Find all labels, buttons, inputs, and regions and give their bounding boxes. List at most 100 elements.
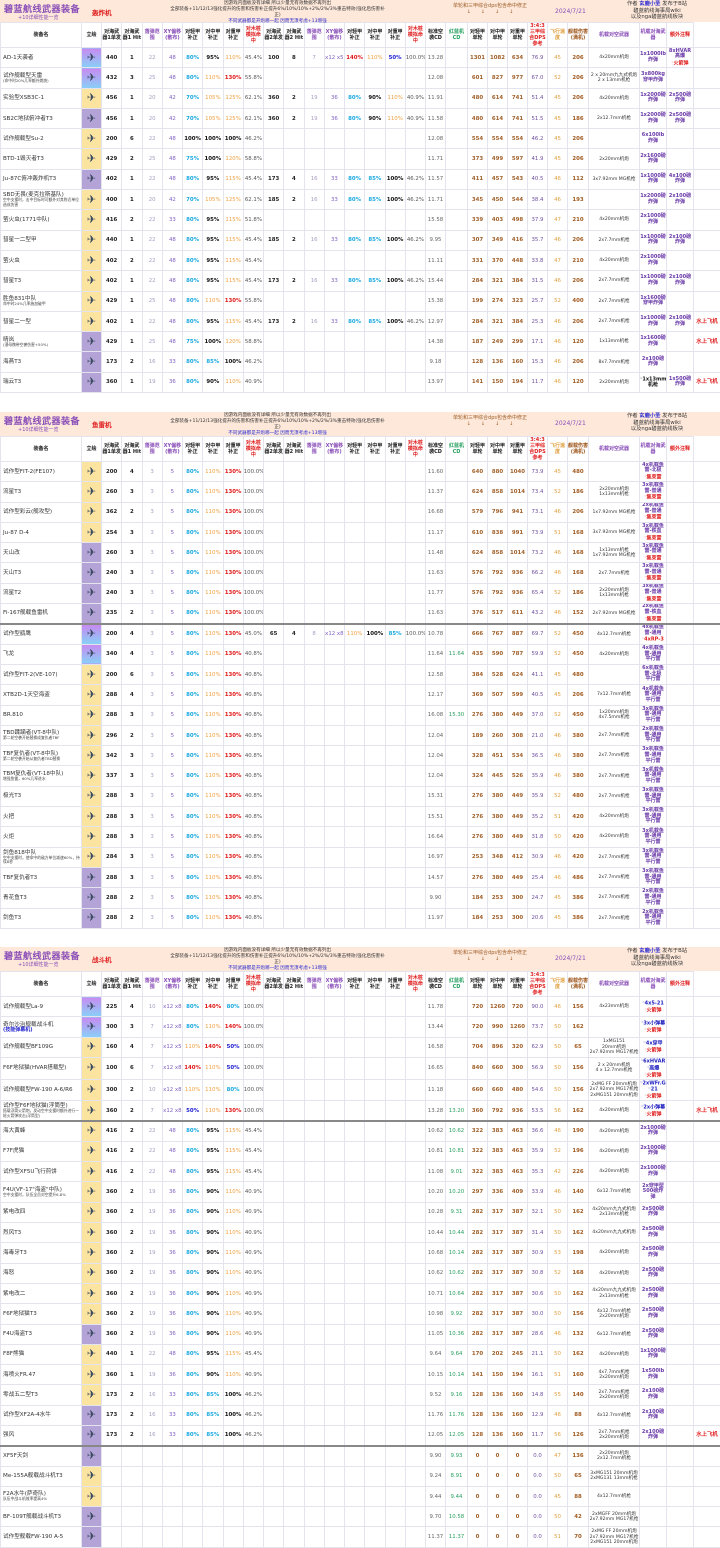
- aa-weapons: 4x20mm机炮: [589, 827, 640, 847]
- table-row[interactable]: F6F地狱猫(HVAR搭载型)✈10067x12 x8140%110%50%10…: [1, 1057, 720, 1079]
- table-row[interactable]: TBM复仇者(VT-18中队)增强鱼雷，60%几率进水✈33733580%110…: [1, 766, 720, 786]
- table-row[interactable]: 试作舰载型BF109G✈16047x12 x5110%140%50%100.0%…: [1, 1037, 720, 1057]
- table-row[interactable]: Me-155A舰载战斗机T3✈9.248.910000.050653xMG151…: [1, 1466, 720, 1486]
- aa-weapon-line: 2x13mm机枪: [589, 1294, 639, 1299]
- table-row[interactable]: 流星T3✈26033580%110%130%100.0%11.376248581…: [1, 482, 720, 502]
- empty-cell: [304, 786, 324, 806]
- table-row[interactable]: 试作型F6F地狱猫(浮筒型)搭载浮筒火箭炮，发动空中支援时额外进行一轮火箭弹攻击…: [1, 1101, 720, 1121]
- table-row[interactable]: 试作型XF2A-4水牛✈1732163380%85%100%46.2%11.76…: [1, 1405, 720, 1425]
- table-row[interactable]: 紫电改四✈3602193680%90%110%40.9%10.289.31282…: [1, 1202, 720, 1222]
- airstrike-cd: 9.44: [426, 1486, 446, 1506]
- table-row[interactable]: SBD无畏(麦克拉斯基队)空中支援时，击中目标时可额外对其附近单位造成伤害✈40…: [1, 190, 720, 210]
- single-round-damage: 282: [468, 1304, 488, 1324]
- table-row[interactable]: Ju-87 D-4✈25433580%110%130%100.0%11.1761…: [1, 522, 720, 542]
- table-row[interactable]: SB2C地狱俯冲者T3✈4561204270%105%125%62.1%3602…: [1, 108, 720, 128]
- table-row[interactable]: 萤火虫(1771中队)✈4162223380%95%115%51.8%15.58…: [1, 210, 720, 230]
- table-row[interactable]: Fi-167舰载鱼雷机✈23523580%110%130%100.0%11.63…: [1, 604, 720, 624]
- table-row[interactable]: 强风✈1732163380%85%100%46.2%12.0512.051281…: [1, 1425, 720, 1445]
- table-row[interactable]: 试作舰载型FW-190 A-6/R6✈300210x12 x8110%110%8…: [1, 1079, 720, 1101]
- table-row[interactable]: TBF复仇者(VT-8中队)第二轮空袭开始从复仇者TBD替换✈34233580%…: [1, 746, 720, 766]
- table-row[interactable]: 飞龙✈34043580%110%130%40.8%11.6411.6443559…: [1, 644, 720, 664]
- table-row[interactable]: 试作舰载型La-9✈225410x12 x880%140%80%100.0%11…: [1, 997, 720, 1017]
- table-row[interactable]: XTB2D-1天空海盗✈28843580%110%130%40.8%12.173…: [1, 685, 720, 705]
- table-row[interactable]: 实验型XSB3C-1✈4561204270%105%125%62.1%36021…: [1, 88, 720, 108]
- table-row[interactable]: 海喷火FR.47✈3601193680%90%110%40.9%10.1510.…: [1, 1365, 720, 1385]
- table-row[interactable]: XF5F天剑✈9.909.930000.0471362x20mm机炮2x12.7…: [1, 1446, 720, 1466]
- sea-weapon-line: 平行雷: [640, 819, 666, 825]
- table-row[interactable]: 晴岚(潜母携带空袭伤害+50%)✈4291254875%100%120%58.8…: [1, 332, 720, 352]
- author-link[interactable]: 玄鹿小圣: [639, 1, 660, 7]
- single-round-damage: 0: [508, 1486, 528, 1506]
- empty-cell: [324, 1017, 344, 1037]
- table-row[interactable]: 火炬✈28833580%110%130%40.8%16.642763804493…: [1, 827, 720, 847]
- table-row[interactable]: 试作型FIT-2(FE107)✈20043580%110%130%100.0%1…: [1, 462, 720, 482]
- table-row[interactable]: 剑鱼T3✈28823580%110%130%40.8%11.9718425330…: [1, 908, 720, 928]
- table-row[interactable]: 试作舰载型天雷(命中时20%几率额外燃烧)✈4323254880%110%130…: [1, 68, 720, 88]
- table-row[interactable]: 萤火虫✈4022224880%95%115%45.4%11.1133137044…: [1, 250, 720, 270]
- table-row[interactable]: BTD-1毁灭者T3✈4292254875%100%120%58.8%11.71…: [1, 149, 720, 169]
- table-row[interactable]: AD-1天袭者✈4401224880%95%110%45.4%10087x12 …: [1, 48, 720, 68]
- table-row[interactable]: 青花鱼T3✈28823580%110%130%40.8%9.9018425330…: [1, 888, 720, 908]
- table-row[interactable]: 奇尔沙治舰载战斗机(技能弹幕机)✈30037x12 x880%110%140%1…: [1, 1017, 720, 1037]
- table-row[interactable]: BR.810✈28833580%110%130%40.8%16.0815.302…: [1, 705, 720, 725]
- author-link[interactable]: 玄鹿小圣: [639, 948, 660, 954]
- single-round-damage: 317: [488, 1304, 508, 1324]
- single-round-damage: 634: [508, 48, 528, 68]
- table-row[interactable]: 海大黄蜂✈4162224880%95%115%45.4%10.6210.6232…: [1, 1121, 720, 1141]
- table-row[interactable]: 彗星一二型甲✈4401224880%95%115%45.4%1852163380…: [1, 230, 720, 250]
- table-row[interactable]: F8F熊猫✈4401224880%95%115%45.4%9.649.64170…: [1, 1344, 720, 1364]
- table-row[interactable]: F6F地狱猫T3✈3602193680%90%110%40.9%10.989.9…: [1, 1304, 720, 1324]
- table-row[interactable]: 流星T2✈24033580%110%130%100.0%11.775767929…: [1, 583, 720, 603]
- w2-stat: 100.0%: [405, 624, 425, 644]
- table-row[interactable]: 天山改✈26033580%110%130%100.0%11.4862485810…: [1, 543, 720, 563]
- airstrike-cd: 11.17: [426, 522, 446, 542]
- aa-weapons: 4x20mm九九式机炮2x13mm机枪: [589, 1283, 640, 1303]
- table-row[interactable]: 试作型FIT-2(VE-107)✈20063580%110%130%40.8%1…: [1, 664, 720, 684]
- table-row[interactable]: BF-109T舰载战斗机T3✈9.7010.580000.050422xMGFF…: [1, 1507, 720, 1527]
- author-link[interactable]: 玄鹿小圣: [639, 413, 660, 419]
- table-row[interactable]: 彗星T3✈4021224880%95%115%45.4%1732163380%8…: [1, 271, 720, 291]
- column-header: 3:4:3三甲综合DPS参考: [528, 437, 548, 462]
- table-row[interactable]: 彗星二一型✈4021224880%95%115%45.4%1732163380%…: [1, 311, 720, 331]
- table-row[interactable]: 海燕T3✈1732163380%85%100%46.2%9.1812813616…: [1, 352, 720, 372]
- empty-cell: [264, 1121, 284, 1141]
- table-row[interactable]: Ju-87C俯冲轰炸机T3✈4021224880%95%115%45.4%173…: [1, 169, 720, 189]
- table-row[interactable]: TBF复仇者T3✈28833580%110%130%40.8%14.572763…: [1, 867, 720, 887]
- table-row[interactable]: 海毒牙T3✈3602193680%90%110%40.9%10.6810.142…: [1, 1243, 720, 1263]
- table-row[interactable]: 胜鱼831中队命中时24%几率施加破甲✈4291254880%110%130%5…: [1, 291, 720, 311]
- table-row[interactable]: F2A水牛(萨奇队)队伍中战斗机效率提高4%✈9.449.440000.0458…: [1, 1486, 720, 1506]
- table-row[interactable]: 试作型XF5U飞行煎饼✈4162224880%95%115%45.4%11.08…: [1, 1162, 720, 1182]
- table-row[interactable]: 试作型鹞鹰✈20043580%110%130%45.0%6548x12 x811…: [1, 624, 720, 644]
- table-row[interactable]: 火把✈28833580%110%130%40.8%15.512763804493…: [1, 807, 720, 827]
- table-row[interactable]: 试作舰载型Su-2✈20062248100%100%100%46.2%12.08…: [1, 129, 720, 149]
- table-row[interactable]: 试作型彩云(舰攻型)✈36223580%110%130%100.0%16.685…: [1, 502, 720, 522]
- w1-stat: 110%: [203, 725, 223, 745]
- combined-dps: 28.6: [528, 1324, 548, 1344]
- table-row[interactable]: 天山T3✈24033580%110%130%100.0%11.635767929…: [1, 563, 720, 583]
- column-header: 对重甲补正: [385, 972, 405, 997]
- empty-cell: [365, 1223, 385, 1243]
- equipment-name-cell: F4U(VF-17"海盗"中队)空中支援时，队伍全员对空提升6.8%: [1, 1182, 82, 1202]
- sea-weapon-line: !r火箭弹: [640, 1093, 666, 1100]
- empty-cell: [345, 644, 365, 664]
- table-row[interactable]: 零战五二型T3✈1732163380%85%100%46.2%9.529.161…: [1, 1385, 720, 1405]
- table-row[interactable]: 烈风T3✈3602193680%90%110%40.9%10.4410.4428…: [1, 1223, 720, 1243]
- plane-hp: 88: [568, 1405, 589, 1425]
- table-row[interactable]: 极光T3✈28833580%110%130%40.8%15.3127638044…: [1, 786, 720, 806]
- alt-cd: 8.91: [446, 1466, 468, 1486]
- empty-cell: [284, 352, 304, 372]
- table-row[interactable]: 瑞云T3✈3601193680%90%110%40.9%13.971411501…: [1, 372, 720, 392]
- table-row[interactable]: 紫电改二✈3602193680%90%110%40.9%10.7110.6428…: [1, 1283, 720, 1303]
- w1-stat: 2: [122, 908, 142, 928]
- w1-stat: 130%: [223, 888, 243, 908]
- single-round-damage: 0: [468, 1507, 488, 1527]
- airstrike-cd: 11.58: [426, 108, 446, 128]
- table-row[interactable]: F7F虎猫✈4162224880%95%115%45.4%10.8110.813…: [1, 1141, 720, 1161]
- table-row[interactable]: F4U(VF-17"海盗"中队)空中支援时，队伍全员对空提升6.8%✈36021…: [1, 1182, 720, 1202]
- empty-cell: [405, 997, 425, 1017]
- table-row[interactable]: 海怒✈3602193680%90%110%40.9%10.6210.622823…: [1, 1263, 720, 1283]
- table-row[interactable]: F4U海盗T3✈3602193680%90%110%40.9%11.0510.3…: [1, 1324, 720, 1344]
- table-row[interactable]: TBD蹂躏者(VT-8中队)第二轮空袭开始替换成复仇者TBF✈29623580%…: [1, 725, 720, 745]
- table-row[interactable]: 剑鱼818中队空中支援时，使命中的敌方单位减速60%，持续8秒✈28433580…: [1, 847, 720, 867]
- table-row[interactable]: 试作型舰载FW-190 A-5✈11.3711.370000.051702xMG…: [1, 1527, 720, 1547]
